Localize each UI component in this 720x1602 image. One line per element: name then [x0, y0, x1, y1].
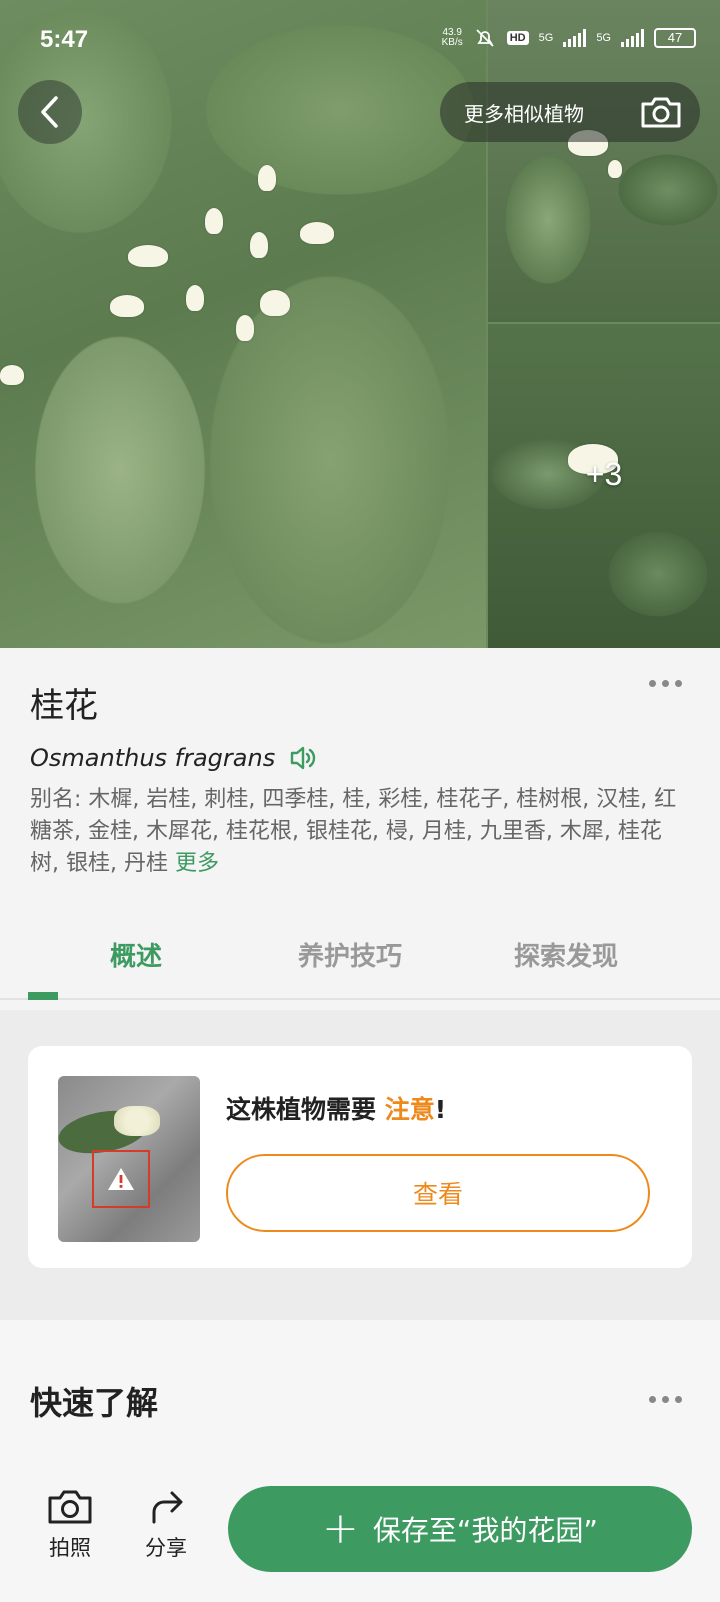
latin-row: Osmanthus fragrans — [30, 744, 317, 772]
back-button[interactable] — [18, 80, 82, 144]
flower-blossom — [0, 365, 24, 385]
attention-section: 这株植物需要 注意! 查看 — [0, 1010, 720, 1320]
more-similar-plants-button[interactable]: 更多相似植物 — [440, 82, 700, 142]
flower-blossom — [110, 295, 144, 317]
bell-muted-icon — [476, 29, 494, 47]
more-options-icon[interactable] — [649, 680, 682, 687]
flower-blossom — [236, 315, 254, 341]
alias-list: 别名: 木樨, 岩桂, 刺桂, 四季桂, 桂, 彩桂, 桂花子, 桂树根, 汉桂… — [30, 787, 677, 876]
warning-icon — [108, 1168, 134, 1190]
speaker-icon[interactable] — [289, 746, 317, 770]
flower-blossom — [258, 165, 276, 191]
attention-title: 这株植物需要 注意! — [226, 1090, 446, 1126]
flower-blossom — [250, 232, 268, 258]
bottom-action-bar: 拍照 分享 + 保存至“我的花园” — [0, 1466, 720, 1602]
tab-overview[interactable]: 概述 — [110, 936, 162, 973]
latin-name: Osmanthus fragrans — [30, 744, 276, 772]
status-bar: 5:47 43.9 KB/s HD 5G 5G 47 — [0, 0, 720, 80]
plant-info: 桂花 Osmanthus fragrans 别名: 木樨, 岩桂, 刺桂, 四季… — [0, 648, 720, 1008]
flower-blossom — [260, 290, 290, 316]
warning-highlight-box — [92, 1150, 150, 1208]
signal-icon — [621, 29, 644, 47]
camera-icon — [48, 1490, 92, 1524]
net-speed-unit: KB/s — [441, 37, 463, 48]
flower-blossom — [300, 222, 334, 244]
plus-icon: + — [322, 1503, 359, 1554]
hd-badge: HD — [506, 31, 529, 45]
flower-blossom — [608, 160, 622, 178]
view-button[interactable]: 查看 — [226, 1154, 650, 1232]
extra-photos-count[interactable]: +3 — [488, 456, 720, 493]
save-to-garden-button[interactable]: + 保存至“我的花园” — [228, 1486, 692, 1572]
plant-name: 桂花 — [30, 686, 98, 726]
quick-more-options-icon[interactable] — [649, 1396, 682, 1403]
attention-title-prefix: 这株植物需要 — [226, 1095, 385, 1124]
flower-blossom — [186, 285, 204, 311]
tab-explore[interactable]: 探索发现 — [514, 936, 618, 973]
alias-text: 别名: 木樨, 岩桂, 刺桂, 四季桂, 桂, 彩桂, 桂花子, 桂树根, 汉桂… — [30, 784, 690, 880]
flower-blossom — [205, 208, 223, 234]
alias-more-link[interactable]: 更多 — [175, 851, 219, 876]
signal-label-1: 5G — [538, 32, 554, 44]
chevron-left-icon — [41, 96, 58, 128]
tab-active-indicator — [28, 992, 58, 1000]
attention-title-highlight: 注意 — [384, 1095, 435, 1124]
similar-label: 更多相似植物 — [464, 101, 584, 126]
tab-care-tips[interactable]: 养护技巧 — [298, 936, 402, 973]
status-icons: 43.9 KB/s HD 5G 5G 47 — [442, 26, 696, 50]
camera-icon — [641, 97, 681, 128]
status-time: 5:47 — [40, 26, 89, 53]
net-speed: 43.9 KB/s — [442, 28, 463, 48]
attention-thumbnail — [58, 1076, 200, 1242]
signal-label-2: 5G — [596, 32, 611, 44]
quick-overview-section: 快速了解 — [0, 1320, 720, 1480]
flower-blossom — [114, 1106, 160, 1136]
attention-card: 这株植物需要 注意! 查看 — [28, 1046, 692, 1268]
flower-blossom — [128, 245, 168, 267]
take-photo-button[interactable]: 拍照 — [30, 1488, 110, 1562]
take-photo-label: 拍照 — [49, 1536, 91, 1560]
signal-icon — [563, 29, 587, 47]
share-label: 分享 — [145, 1536, 187, 1560]
share-arrow-icon — [152, 1491, 183, 1524]
quick-overview-title: 快速了解 — [30, 1384, 159, 1422]
tab-bar: 概述 养护技巧 探索发现 — [0, 918, 720, 1000]
battery-icon: 47 — [654, 28, 696, 48]
attention-title-suffix: ! — [434, 1095, 447, 1124]
save-to-garden-label: 保存至“我的花园” — [372, 1514, 598, 1547]
share-button[interactable]: 分享 — [126, 1488, 206, 1562]
